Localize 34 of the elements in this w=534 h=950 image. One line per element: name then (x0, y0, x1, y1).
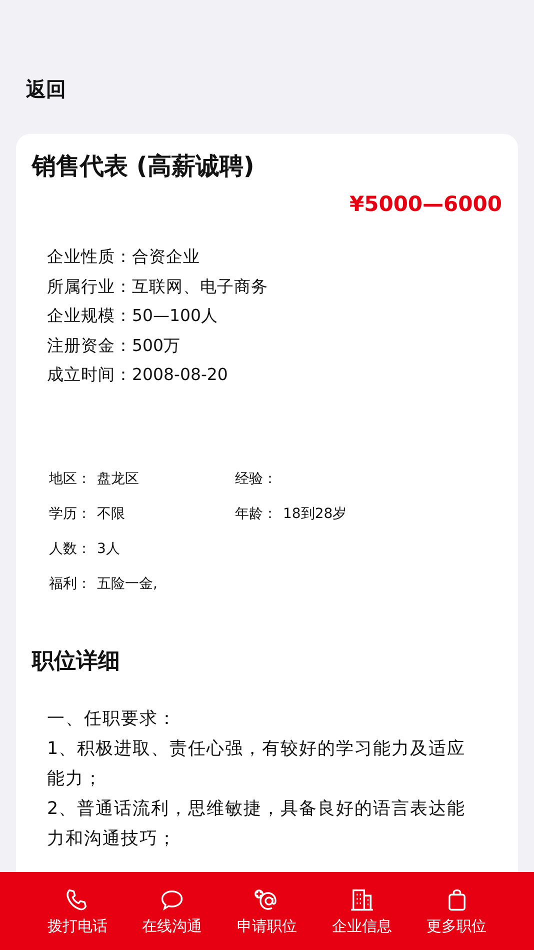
info-label: 企业规模： (47, 306, 132, 325)
bar-button[interactable]: 拨打电话 (47, 886, 108, 936)
info-value: 50—100人 (132, 306, 218, 325)
bar-button[interactable]: 企业信息 (332, 886, 392, 936)
info-value: 合资企业 (132, 247, 200, 266)
info-value: 500万 (132, 336, 180, 354)
job-title: 销售代表 (高薪诚聘) (32, 151, 256, 182)
fact-value: 3人 (97, 540, 120, 556)
info-label: 成立时间： (47, 365, 132, 384)
info-value: 互联网、电子商务 (132, 276, 268, 296)
fact-label: 福利： (49, 576, 91, 592)
fact-value: 不限 (97, 506, 125, 522)
requirement-text: 2、普通话流利，思维敏捷，具备良好的语言表达能力和沟通技巧； (47, 798, 467, 850)
requirement-text: 1、积极进取、责任心强，有较好的学习能力及适应能力； (47, 738, 467, 790)
fact-value: 18到28岁 (283, 506, 347, 522)
fact-label: 人数： (49, 540, 91, 556)
fact-value: 五险一金, (97, 576, 158, 592)
info-value: 2008-08-20 (132, 365, 228, 384)
requirement-text: 一、任职要求： (47, 708, 178, 730)
salary: ¥5000—6000 (349, 192, 502, 216)
fact-label: 学历： (49, 506, 91, 522)
info-label: 注册资金： (47, 336, 132, 354)
fact-label: 经验： (235, 470, 277, 486)
info-label: 所属行业： (47, 276, 132, 296)
fact-value: 盘龙区 (97, 470, 139, 486)
bar-button[interactable]: 更多职位 (426, 886, 487, 936)
building-icon (348, 886, 375, 912)
fact-label: 地区： (49, 470, 91, 486)
bar-button[interactable]: 在线沟通 (142, 886, 202, 936)
fact-label: 年龄： (235, 506, 277, 522)
section-heading: 职位详细 (32, 648, 121, 676)
bar-button[interactable]: 申请职位 (236, 886, 297, 936)
back-button[interactable]: 返回 (16, 76, 66, 103)
info-label: 企业性质： (47, 247, 132, 266)
